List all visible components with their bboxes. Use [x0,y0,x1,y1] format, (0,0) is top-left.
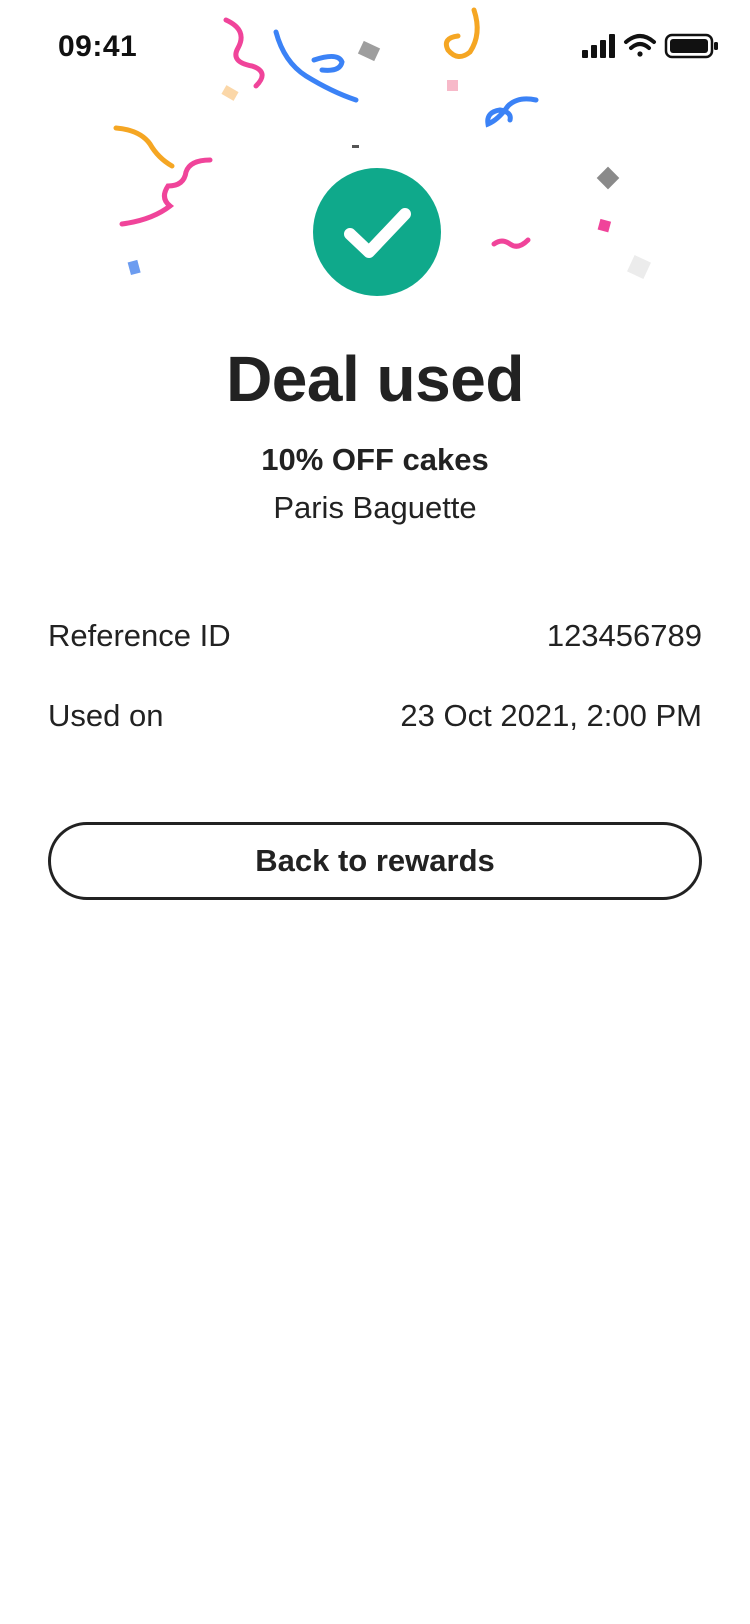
back-to-rewards-button[interactable]: Back to rewards [48,822,702,900]
used-on-value: 23 Oct 2021, 2:00 PM [400,698,702,733]
confetti-streamer [443,7,480,59]
success-badge [313,168,441,296]
confetti-streamer [491,237,531,249]
confetti-piece [596,166,620,190]
reference-id-row: Reference ID 123456789 [48,618,702,658]
confetti-piece [597,218,612,233]
confetti-piece [357,40,381,62]
confetti-piece [447,80,458,91]
deal-name: 10% OFF cakes [261,442,489,477]
confetti-piece [352,145,359,148]
reference-id-value: 123456789 [546,618,702,653]
used-on-label: Used on [48,698,164,733]
merchant-name: Paris Baguette [273,490,477,525]
confetti-streamer [113,125,175,169]
reference-id-label: Reference ID [48,618,231,653]
confetti-piece [221,85,239,101]
confetti-piece [127,259,141,276]
confetti-streamer [311,54,345,73]
confetti-piece [627,255,651,279]
page-title: Deal used [226,343,524,415]
checkmark-icon [344,208,411,258]
confetti-streamer [119,157,213,227]
confetti-streamer [485,96,539,128]
back-to-rewards-label: Back to rewards [255,843,495,878]
used-on-row: Used on 23 Oct 2021, 2:00 PM [48,698,702,738]
confetti-streamer [223,17,265,89]
confetti-streamer [273,29,359,103]
